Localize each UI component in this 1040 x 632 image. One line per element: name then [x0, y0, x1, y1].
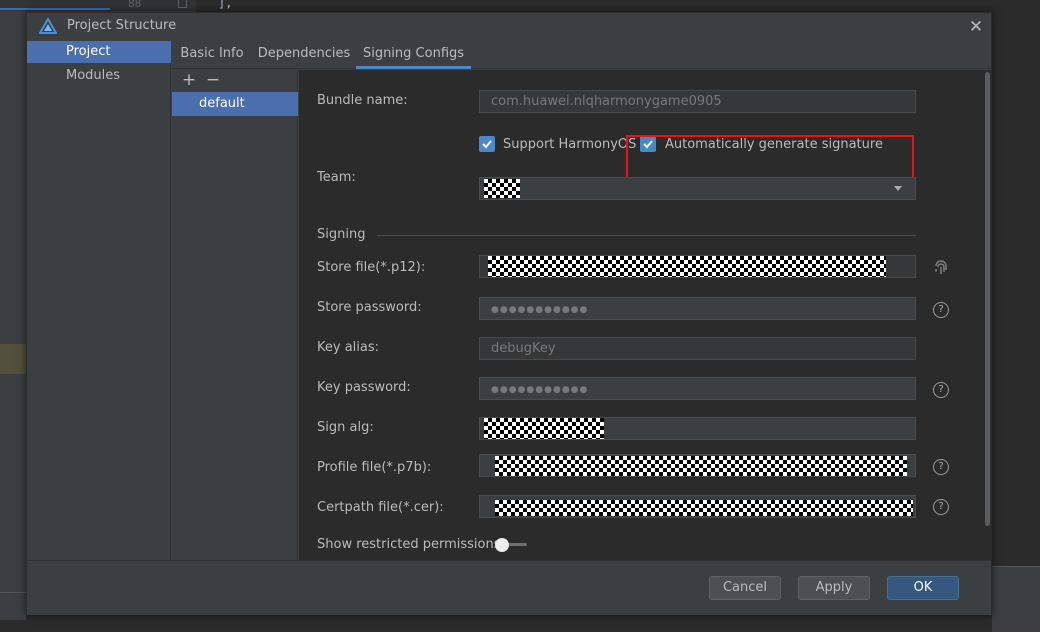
- signing-form: Bundle name: com.huawei.nlqharmonygame09…: [299, 70, 991, 560]
- tab-signing-configs[interactable]: Signing Configs: [356, 41, 471, 69]
- bundle-name-value: com.huawei.nlqharmonygame0905: [491, 94, 722, 109]
- redacted-certpath-file: [495, 500, 913, 516]
- project-nav: Project Modules: [27, 41, 171, 560]
- store-file-field[interactable]: [479, 255, 916, 278]
- store-password-value: ●●●●●●●●●●●: [491, 305, 589, 315]
- help-icon[interactable]: ?: [933, 382, 949, 398]
- dialog-titlebar: Project Structure ✕: [27, 13, 991, 41]
- remove-icon[interactable]: −: [203, 70, 223, 90]
- ok-button[interactable]: OK: [887, 576, 959, 600]
- cancel-button[interactable]: Cancel: [709, 576, 781, 600]
- bundle-name-field[interactable]: com.huawei.nlqharmonygame0905: [479, 90, 916, 113]
- team-label: Team:: [317, 170, 356, 185]
- redacted-sign-alg: [484, 418, 604, 439]
- checkbox-checked-icon: [482, 140, 492, 149]
- key-alias-value: debugKey: [491, 341, 556, 356]
- profile-file-label: Profile file(*.p7b):: [317, 460, 432, 475]
- key-password-field[interactable]: ●●●●●●●●●●●: [479, 377, 916, 400]
- ide-right-panel: [992, 12, 1040, 632]
- signing-config-list: + − default: [172, 70, 298, 560]
- tab-dependencies[interactable]: Dependencies: [252, 41, 356, 69]
- key-alias-label: Key alias:: [317, 340, 380, 355]
- team-dropdown[interactable]: [479, 177, 916, 200]
- nav-item-modules[interactable]: Modules: [27, 65, 171, 87]
- redacted-store-file: [488, 256, 886, 277]
- redacted-team: [484, 179, 520, 198]
- support-harmonyos-checkbox[interactable]: [479, 136, 495, 152]
- tab-basic-info[interactable]: Basic Info: [172, 41, 252, 69]
- nav-item-project[interactable]: Project: [27, 41, 171, 63]
- dialog-title: Project Structure: [67, 18, 177, 33]
- line-number: 88: [128, 0, 142, 10]
- harmony-logo-icon: [39, 18, 57, 34]
- dialog-footer: Cancel Apply OK: [27, 560, 991, 615]
- chevron-down-icon[interactable]: [894, 186, 902, 191]
- add-icon[interactable]: +: [179, 70, 199, 90]
- show-restricted-label: Show restricted permissions: [317, 537, 501, 552]
- project-structure-dialog: Project Structure ✕ Project Modules Basi…: [26, 12, 992, 615]
- store-file-label: Store file(*.p12):: [317, 260, 426, 275]
- code-line: ],: [218, 0, 233, 10]
- show-restricted-toggle[interactable]: [495, 538, 529, 552]
- tab-bar: Basic Info Dependencies Signing Configs: [172, 41, 991, 69]
- ide-marker: [0, 344, 26, 374]
- sign-alg-label: Sign alg:: [317, 420, 374, 435]
- certpath-file-field[interactable]: [479, 495, 916, 518]
- fingerprint-icon[interactable]: [931, 258, 951, 278]
- help-icon[interactable]: ?: [933, 499, 949, 515]
- support-harmonyos-label[interactable]: Support HarmonyOS: [503, 137, 636, 152]
- form-scrollbar[interactable]: [985, 72, 990, 526]
- profile-file-field[interactable]: [479, 454, 916, 477]
- bundle-name-label: Bundle name:: [317, 93, 408, 108]
- store-password-field[interactable]: ●●●●●●●●●●●: [479, 297, 916, 320]
- signing-section-title: Signing: [317, 227, 366, 242]
- redacted-profile-file: [495, 456, 907, 476]
- apply-button[interactable]: Apply: [798, 576, 870, 600]
- help-icon[interactable]: ?: [933, 459, 949, 475]
- toggle-knob: [495, 538, 509, 552]
- sign-alg-field[interactable]: [479, 417, 916, 440]
- key-alias-field[interactable]: debugKey: [479, 337, 916, 360]
- config-item-default[interactable]: default: [172, 92, 298, 116]
- fold-icon: [178, 0, 187, 8]
- certpath-file-label: Certpath file(*.cer):: [317, 500, 444, 515]
- ide-status-area: [992, 566, 1040, 632]
- ide-divider: [0, 592, 26, 593]
- store-password-label: Store password:: [317, 300, 422, 315]
- ide-left-panel: [0, 12, 26, 620]
- help-icon[interactable]: ?: [933, 302, 949, 318]
- ide-tab-indicator: [0, 8, 110, 10]
- key-password-value: ●●●●●●●●●●●: [491, 385, 589, 395]
- section-divider: [377, 235, 916, 236]
- close-icon[interactable]: ✕: [965, 16, 987, 38]
- ide-gutter: 88: [0, 0, 196, 12]
- key-password-label: Key password:: [317, 380, 411, 395]
